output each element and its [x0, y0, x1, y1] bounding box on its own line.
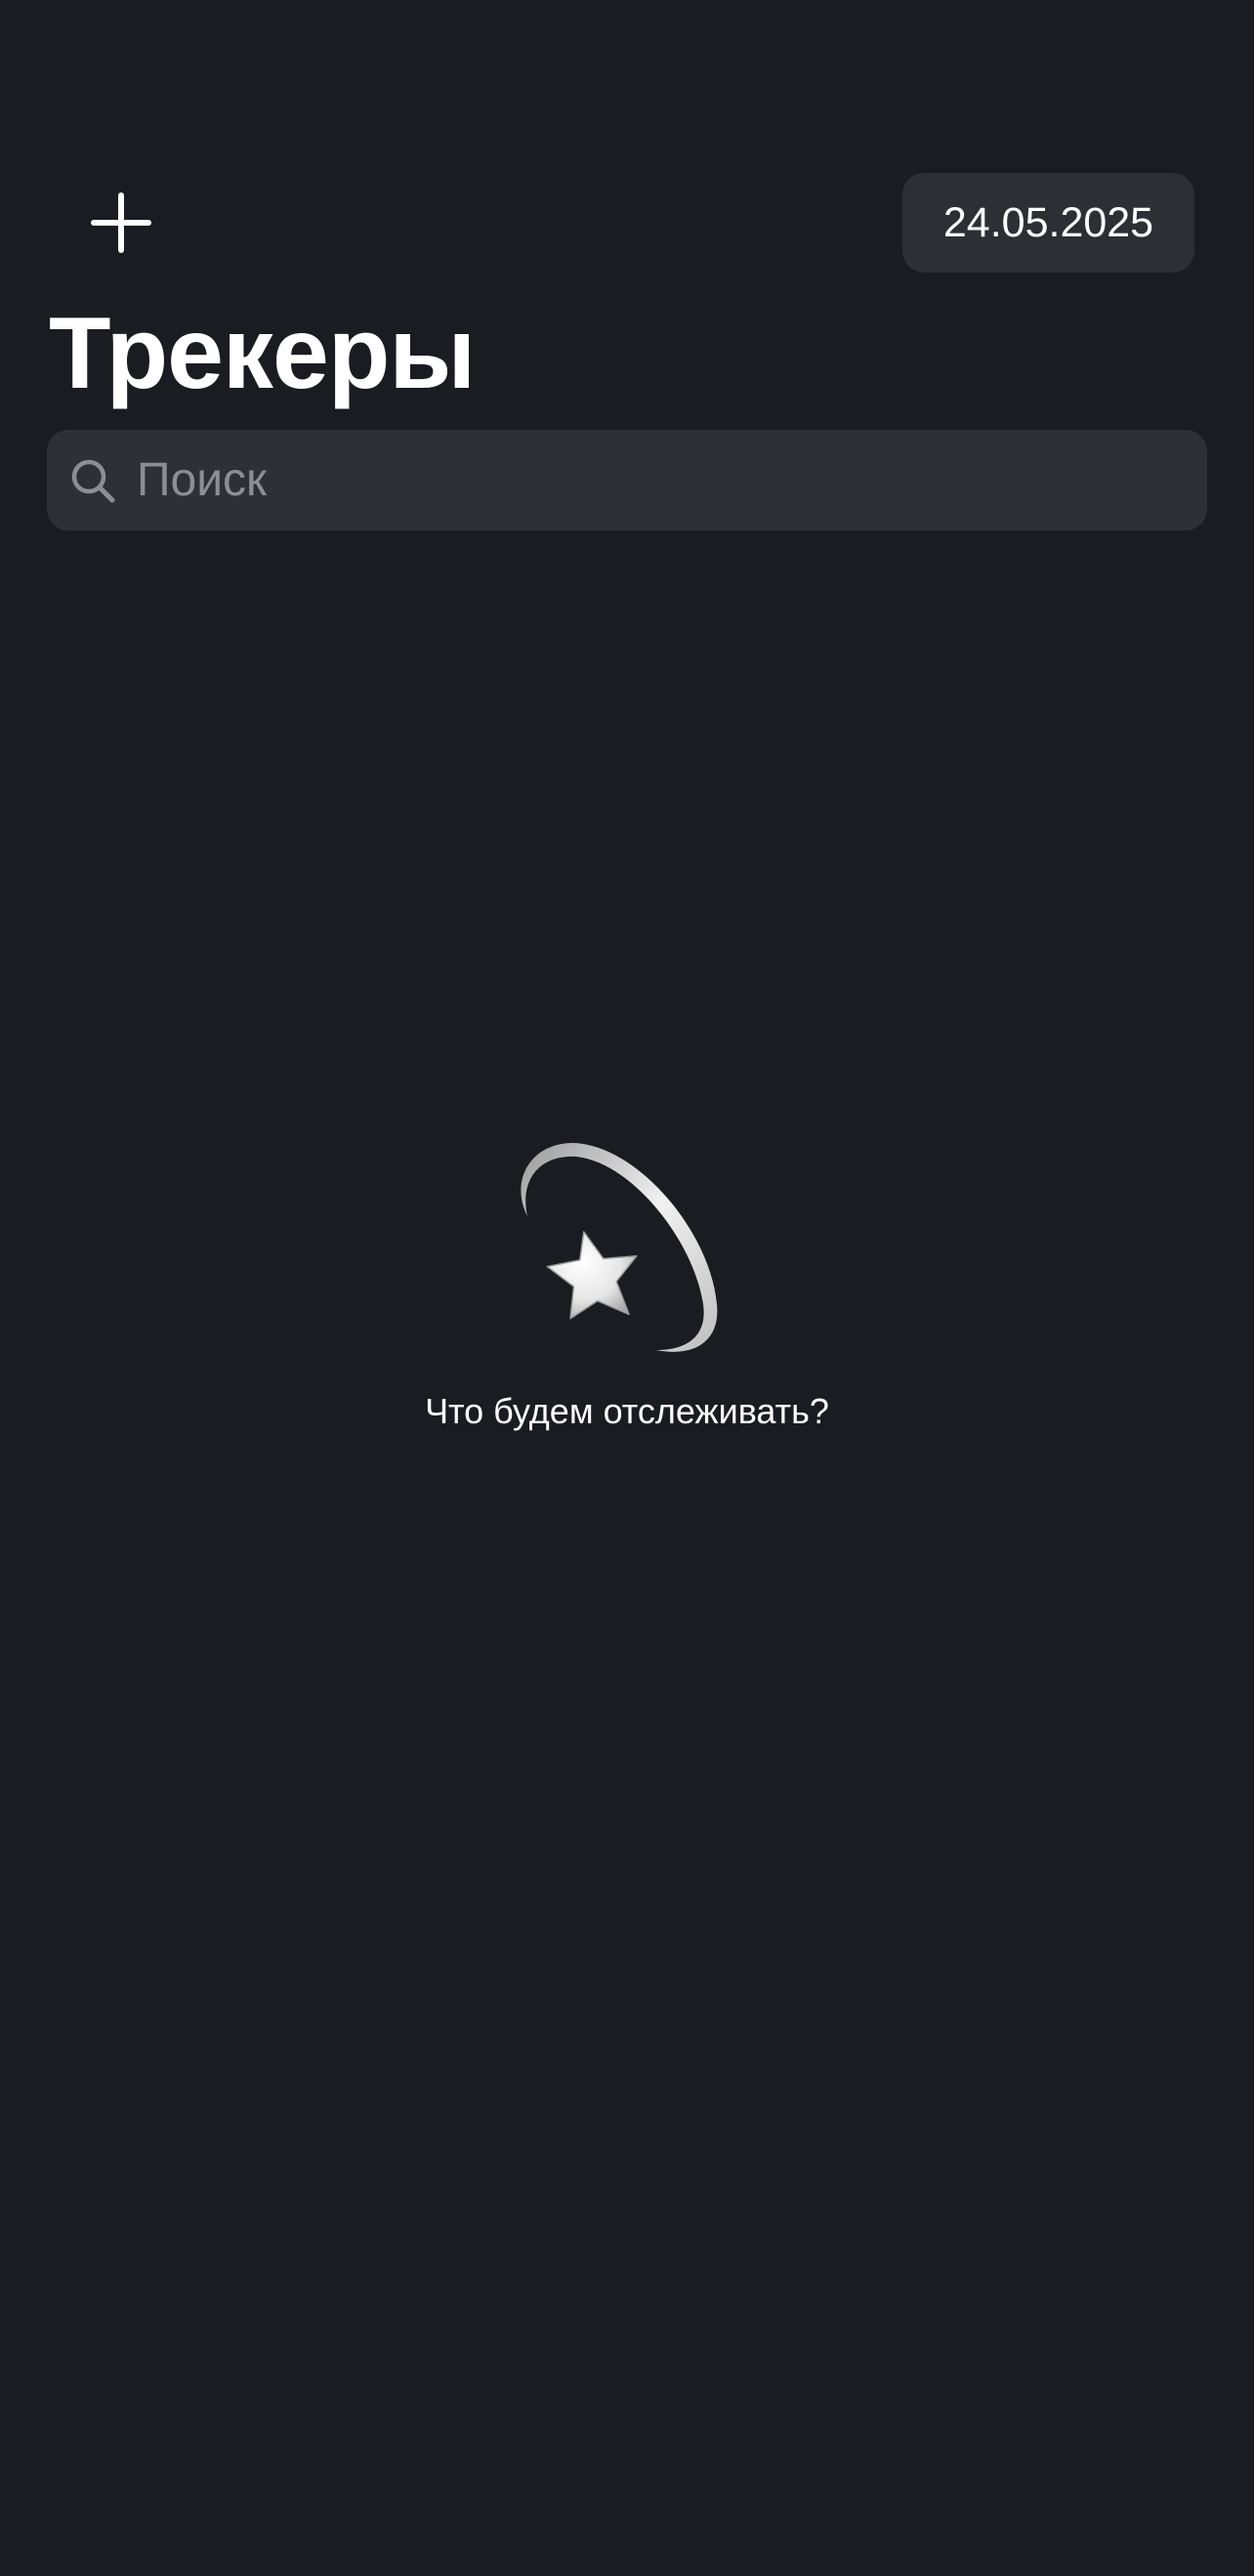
search-field[interactable] — [47, 430, 1207, 530]
date-picker-button[interactable]: 24.05.2025 — [902, 173, 1194, 273]
page-title: Трекеры — [49, 297, 476, 410]
plus-icon — [91, 192, 151, 253]
magnifier-icon — [68, 456, 117, 505]
empty-state-message: Что будем отслеживать? — [425, 1391, 829, 1431]
shooting-star-icon — [521, 1143, 718, 1352]
add-tracker-button[interactable] — [86, 188, 156, 258]
search-input[interactable] — [137, 453, 1207, 507]
empty-state: Что будем отслеживать? — [0, 1123, 1254, 1432]
date-label: 24.05.2025 — [942, 198, 1154, 246]
